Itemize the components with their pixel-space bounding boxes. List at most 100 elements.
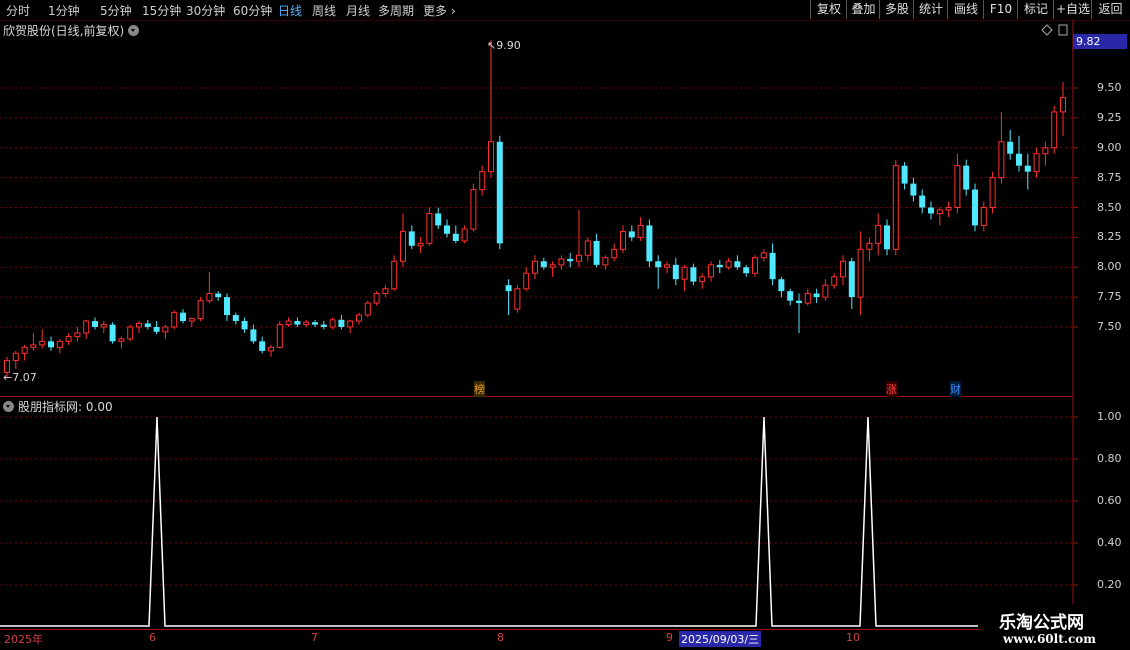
candle-body-up [329,319,336,328]
candle-body-down [734,261,741,268]
candle-body-down [848,261,855,298]
candle-body-down [153,327,160,332]
y-tick-label: 8.25 [1097,230,1122,244]
date-label: 7 [311,631,318,644]
date-label: 8 [497,631,504,644]
indicator-line [0,416,978,627]
candle-body-down [716,264,723,268]
indicator-value: : 0.00 [78,400,113,414]
rank-marker[interactable]: 榜 [474,381,485,397]
candle-body-up [558,258,565,266]
y-tick-label: 8.50 [1097,200,1122,214]
dropdown-icon[interactable] [3,401,14,412]
candle-body-down [901,165,908,184]
candle-body-up [576,254,582,262]
candle-body-down [884,225,890,250]
candle-body-up [303,321,310,326]
candle-body-up [461,228,468,242]
candle-body-up [637,224,644,238]
candle-body-up [268,346,274,352]
rise-marker[interactable]: 涨 [886,381,897,397]
candle-body-up [382,288,389,295]
watermark-url: www.60lt.com [1003,632,1096,646]
candle-body-down [1024,165,1031,172]
finance-marker[interactable]: 财 [950,381,961,397]
candle-body-down [928,207,934,214]
high-value: 9.90 [496,39,521,52]
candle-body-up [892,165,899,250]
arrow-icon: ← [3,371,13,384]
candle-body-down [144,323,151,327]
watermark-title: 乐淘公式网 [999,613,1084,633]
candle-body-up [162,326,169,333]
candle-body-down [312,322,318,325]
candle-body-down [338,319,345,327]
candle-body-up [470,189,477,230]
candle-body-down [1007,141,1014,154]
candle-body-down [628,231,635,238]
candle-body-up [998,141,1005,179]
candle-body-up [1060,97,1066,113]
candle-body-down [92,321,98,327]
candle-body-up [840,260,846,278]
candle-body-down [232,315,239,322]
candle-body-down [109,324,116,342]
y-tick-label: 9.25 [1097,110,1122,124]
candle-body-down [540,261,547,268]
candle-body-up [549,264,556,268]
candle-body-up [514,288,521,310]
candle-body-up [602,257,609,266]
candle-body-down [743,267,750,274]
y-tick-label: 8.00 [1097,260,1122,274]
candle-body-down [505,285,512,292]
candle-body-up [30,344,37,348]
candle-body-up [866,242,873,250]
candle-body-up [1033,153,1040,173]
candle-body-up [373,293,380,304]
candle-body-up [56,340,63,348]
y-tick-label: 9.50 [1097,81,1122,94]
y-tick-label: 8.75 [1097,170,1122,184]
candle-body-up [822,284,829,298]
candle-body-up [875,224,882,244]
candle-body-up [83,320,90,334]
candle-body-up [188,318,195,322]
candle-body-down [496,141,503,244]
candle-body-up [699,276,706,283]
candle-body-up [356,314,362,322]
date-label: 2025年 [4,633,43,646]
candle-body-down [224,297,230,316]
candle-body-down [259,341,266,351]
candle-body-down [769,252,776,280]
candle-body-up [276,324,283,348]
candle-body-down [796,300,802,304]
candle-body-up [620,230,626,250]
candle-body-up [804,293,811,304]
indicator-panel-title: 股朋指标网: 0.00 [3,398,113,415]
candle-body-down [778,279,785,292]
indicator-y-tick-label: 0.80 [1097,452,1122,465]
candle-body-up [206,293,213,302]
candle-body-up [708,264,714,278]
candle-body-up [532,260,538,274]
candle-body-up [681,266,688,280]
candle-body-up [39,340,46,346]
candle-body-down [655,261,662,268]
candle-body-up [980,207,987,226]
candle-body-down [963,165,970,190]
candle-body-down [690,267,697,282]
candle-body-up [611,248,618,259]
candle-body-down [972,189,978,226]
candle-body-up [857,248,864,298]
candle-body-up [21,346,28,354]
low-price-label: ←7.07 [3,371,37,384]
candle-body-up [400,230,406,262]
y-tick-label: 7.75 [1097,290,1122,304]
candle-body-up [752,257,758,274]
high-price-label: ↖9.90 [487,39,521,52]
candle-body-up [417,242,424,247]
kline-chart[interactable] [0,0,1130,650]
candle-body-up [488,141,494,173]
candle-body-down [910,183,917,196]
candle-body-up [664,264,670,268]
